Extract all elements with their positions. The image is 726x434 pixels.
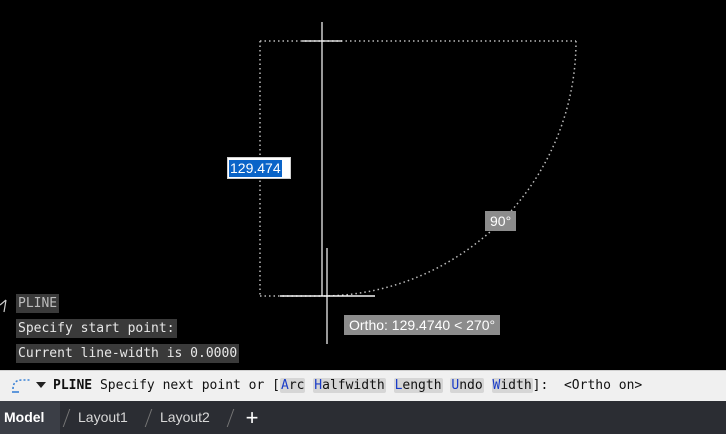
tab-layout1[interactable]: Layout1	[78, 401, 128, 434]
dynamic-input-field[interactable]: 129.474	[227, 157, 291, 179]
history-line-3: Current line-width is 0.0000	[16, 344, 240, 363]
option-arc-key: A	[280, 378, 289, 393]
command-prompt: PLINE Specify next point or [Arc Halfwid…	[53, 377, 642, 394]
tab-model[interactable]: Model	[0, 401, 60, 434]
option-halfwidth-rest: alfwidth	[322, 378, 385, 393]
option-arc[interactable]: Arc	[279, 378, 306, 393]
history-line-1: PLINE	[16, 294, 60, 313]
dynamic-input-value: 129.474	[229, 160, 282, 177]
command-line-icon[interactable]	[10, 376, 34, 396]
drawing-canvas[interactable]: 129.474 90° Ortho: 129.4740 < 270° PLINE…	[0, 0, 726, 370]
option-halfwidth-key: H	[314, 378, 323, 393]
ortho-tooltip: Ortho: 129.4740 < 270°	[344, 315, 501, 335]
prompt-text: Specify next point or [	[99, 378, 280, 393]
option-halfwidth[interactable]: Halfwidth	[313, 378, 386, 393]
ucs-icon	[0, 299, 7, 313]
tab-divider	[62, 409, 71, 427]
prompt-suffix: ]: <Ortho on>	[532, 378, 643, 393]
command-line[interactable]: PLINE Specify next point or [Arc Halfwid…	[0, 370, 726, 401]
add-layout-button[interactable]: +	[242, 401, 262, 434]
arc-preview	[321, 40, 577, 297]
tab-divider	[144, 409, 153, 427]
tab-layout2[interactable]: Layout2	[160, 401, 210, 434]
option-undo[interactable]: Undo	[450, 378, 484, 393]
command-name: PLINE	[53, 378, 93, 393]
tab-divider	[226, 409, 235, 427]
option-arc-rest: rc	[288, 378, 305, 393]
layout-tab-bar: Model Layout1 Layout2 +	[0, 401, 726, 434]
angle-tooltip: 90°	[485, 211, 517, 231]
option-undo-rest: ndo	[459, 378, 483, 393]
history-line-2: Specify start point:	[16, 319, 177, 338]
option-width-rest: idth	[500, 378, 532, 393]
option-width[interactable]: Width	[491, 378, 533, 393]
option-length-rest: ength	[402, 378, 442, 393]
option-length[interactable]: Length	[393, 378, 443, 393]
chevron-down-icon[interactable]	[36, 382, 46, 388]
